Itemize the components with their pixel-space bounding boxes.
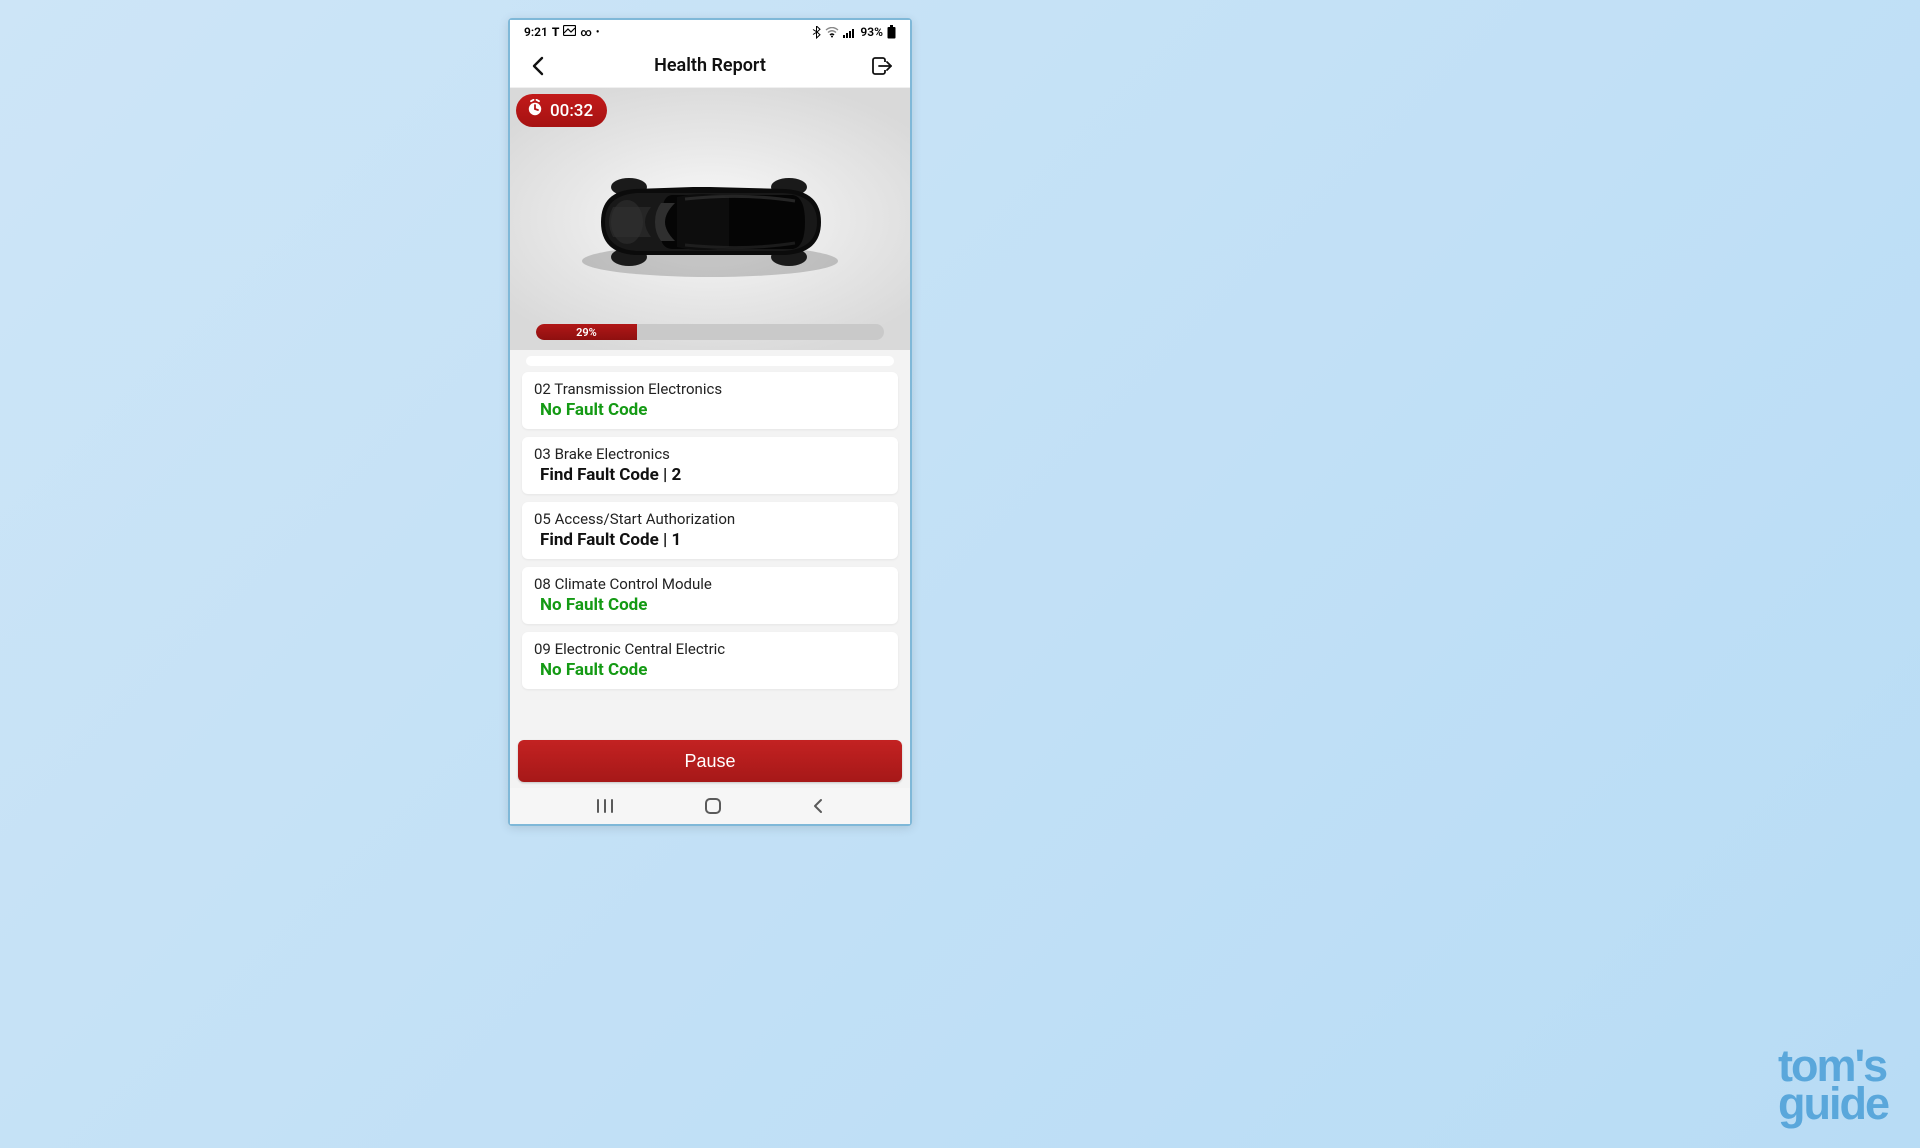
android-status-bar: 9:21 T ∞ • 93%	[510, 20, 910, 44]
module-status: Find Fault Code | 2	[540, 465, 886, 485]
exit-icon	[871, 56, 893, 76]
back-button[interactable]	[524, 52, 552, 80]
exit-button[interactable]	[868, 52, 896, 80]
results-list[interactable]: 02 Transmission Electronics No Fault Code…	[510, 366, 910, 730]
module-name: 05 Access/Start Authorization	[534, 510, 886, 528]
status-right: 93%	[812, 25, 896, 39]
app-body: 00:32	[510, 88, 910, 788]
module-card[interactable]: 03 Brake Electronics Find Fault Code | 2	[522, 437, 898, 494]
watermark-line2: guide	[1778, 1086, 1888, 1122]
status-t-icon: T	[552, 25, 560, 39]
android-nav-bar	[510, 788, 910, 824]
module-status: No Fault Code	[540, 660, 886, 680]
timer-pill: 00:32	[516, 94, 607, 127]
module-card[interactable]: 09 Electronic Central Electric No Fault C…	[522, 632, 898, 689]
chevron-left-icon	[531, 56, 545, 76]
android-back-button[interactable]	[811, 798, 825, 814]
clock-icon	[526, 99, 544, 122]
progress-label: 29%	[576, 326, 597, 339]
module-name: 09 Electronic Central Electric	[534, 640, 886, 658]
hero-panel: 00:32	[510, 88, 910, 350]
battery-icon	[887, 25, 896, 39]
module-name: 02 Transmission Electronics	[534, 380, 886, 398]
module-status: No Fault Code	[540, 400, 886, 420]
module-name: 08 Climate Control Module	[534, 575, 886, 593]
app-header: Health Report	[510, 44, 910, 88]
bluetooth-icon	[812, 26, 821, 39]
signal-icon	[843, 27, 856, 38]
recents-button[interactable]	[595, 798, 615, 814]
pause-button[interactable]: Pause	[518, 740, 902, 782]
module-card[interactable]: 05 Access/Start Authorization Find Fault …	[522, 502, 898, 559]
module-status: No Fault Code	[540, 595, 886, 615]
module-card[interactable]: 02 Transmission Electronics No Fault Code	[522, 372, 898, 429]
wifi-icon	[825, 27, 839, 38]
pause-area: Pause	[510, 730, 910, 788]
status-left: 9:21 T ∞ •	[524, 25, 599, 39]
phone-frame: 9:21 T ∞ • 93%	[508, 18, 912, 826]
status-image-icon	[563, 25, 576, 39]
status-time: 9:21	[524, 25, 548, 39]
watermark: tom's guide	[1778, 1048, 1888, 1122]
progress-fill: 29%	[536, 324, 637, 340]
progress-bar: 29%	[536, 324, 884, 340]
car-illustration	[565, 157, 855, 291]
module-name: 03 Brake Electronics	[534, 445, 886, 463]
timer-value: 00:32	[550, 101, 593, 121]
page-title: Health Report	[654, 55, 766, 76]
battery-percent: 93%	[860, 25, 883, 39]
module-status: Find Fault Code | 1	[540, 530, 886, 550]
home-button[interactable]	[704, 797, 722, 815]
status-dot-icon: •	[596, 27, 600, 38]
spacer-bar	[526, 356, 894, 366]
status-infinity-icon: ∞	[580, 26, 592, 39]
module-card[interactable]: 08 Climate Control Module No Fault Code	[522, 567, 898, 624]
